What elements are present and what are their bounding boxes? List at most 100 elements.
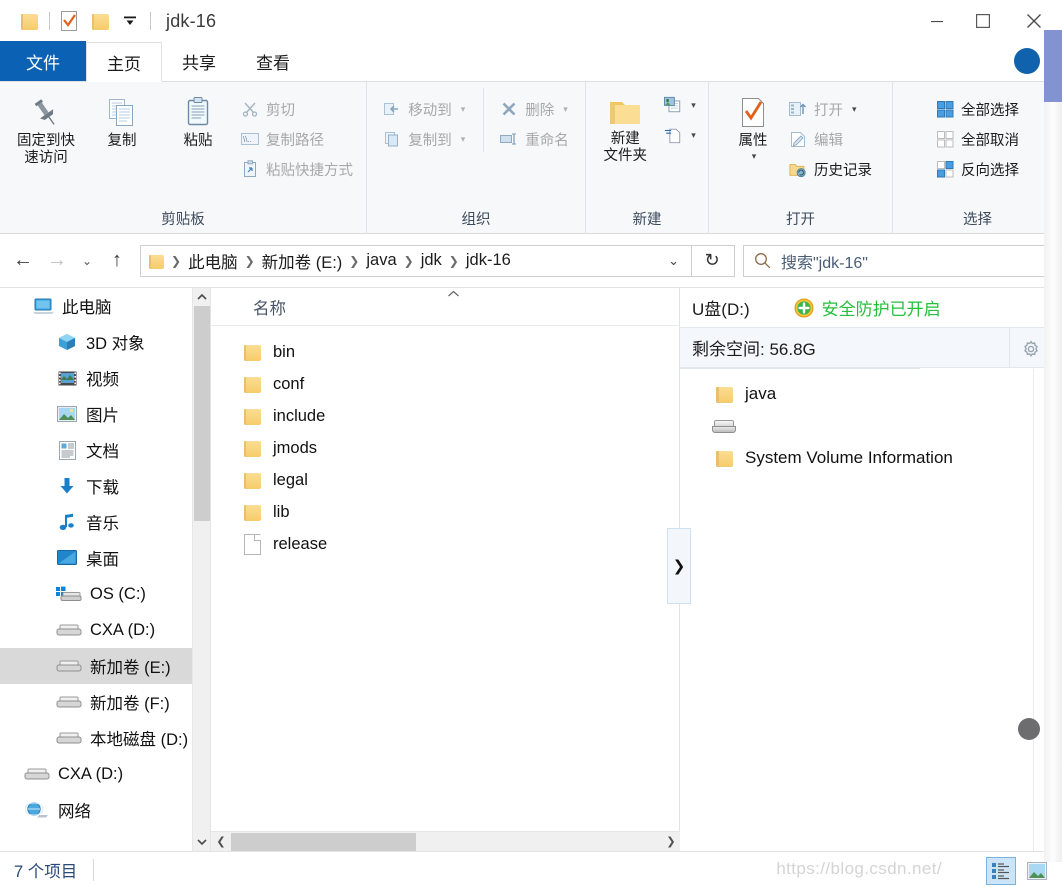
hscroll-right-button[interactable]: ❯ [661, 832, 681, 852]
minimize-button[interactable] [914, 0, 960, 42]
sidebar-item-downloads[interactable]: 下载 [0, 468, 210, 504]
table-row[interactable]: release [211, 528, 679, 560]
list-item[interactable]: java [680, 378, 1062, 410]
search-box[interactable]: 搜索"jdk-16" [743, 244, 1052, 277]
sidebar-label: 3D 对象 [86, 335, 145, 353]
column-header-name[interactable]: 名称 [211, 288, 679, 326]
tab-file[interactable]: 文件 [0, 41, 86, 81]
copy-to-caret-icon[interactable]: ▾ [461, 134, 466, 145]
breadcrumb-jdk-16[interactable]: jdk-16 [462, 251, 515, 270]
sidebar-item-cxa-d-root[interactable]: CXA (D:) [0, 756, 210, 792]
sidebar-item-this-pc[interactable]: 此电脑 [0, 288, 210, 324]
properties-caret-icon[interactable]: ▾ [752, 151, 757, 162]
rename-button[interactable]: 重命名 [496, 126, 573, 152]
history-button[interactable]: 历史记录 [785, 156, 876, 182]
folder-icon [716, 385, 733, 404]
copy-to-button[interactable]: 复制到 ▾ [379, 126, 469, 152]
table-row[interactable]: lib [211, 496, 679, 528]
edit-button[interactable]: 编辑 [785, 126, 876, 152]
select-all-button[interactable]: 全部选择 [932, 96, 1023, 122]
paste-button[interactable]: 粘贴 [161, 88, 235, 150]
table-row[interactable]: legal [211, 464, 679, 496]
sidebar-item-videos[interactable]: 视频 [0, 360, 210, 396]
edge-overlay-circle[interactable] [1014, 48, 1040, 74]
sidebar-item-3d-objects[interactable]: 3D 对象 [0, 324, 210, 360]
refresh-button[interactable]: ↻ [692, 245, 732, 277]
breadcrumb-java[interactable]: java [362, 251, 400, 270]
sidebar-item-network[interactable]: 网络 [0, 792, 210, 828]
breadcrumb-this-pc[interactable]: 此电脑 [184, 249, 242, 273]
table-row[interactable]: include [211, 400, 679, 432]
sidebar-item-desktop[interactable]: 桌面 [0, 540, 210, 576]
qat-properties-icon[interactable] [55, 6, 85, 36]
address-dropdown-button[interactable]: ⌄ [656, 253, 691, 269]
invert-selection-button[interactable]: 反向选择 [932, 156, 1023, 182]
open-button[interactable]: 打开 ▾ [785, 96, 876, 122]
forward-button[interactable]: → [40, 244, 74, 278]
scroll-down-icon[interactable] [193, 833, 210, 851]
sidebar-scrollbar[interactable] [192, 288, 210, 851]
breadcrumb-jdk[interactable]: jdk [417, 251, 446, 270]
sidebar-item-pictures[interactable]: 图片 [0, 396, 210, 432]
address-bar[interactable]: ❯ 此电脑 ❯ 新加卷 (E:) ❯ java ❯ jdk ❯ jdk-16 ⌄… [140, 244, 735, 277]
hscroll-thumb[interactable] [231, 832, 416, 851]
recent-locations-button[interactable]: ⌄ [74, 244, 100, 278]
usb-item-name: java [745, 384, 777, 403]
pin-to-quick-access-button[interactable]: 固定到快 速访问 [9, 88, 83, 166]
copy-button[interactable]: 复制 [85, 88, 159, 150]
edge-overlay-handle[interactable] [1018, 718, 1040, 740]
select-none-button[interactable]: 全部取消 [932, 126, 1023, 152]
downloads-icon [56, 477, 78, 495]
window-edge-scroll-strip[interactable] [1044, 102, 1062, 862]
sidebar-scroll-thumb[interactable] [194, 306, 210, 521]
pictures-icon [56, 405, 78, 423]
table-row[interactable]: bin [211, 336, 679, 368]
open-caret-icon[interactable]: ▾ [852, 104, 857, 115]
new-item-caret-icon[interactable]: ▾ [691, 100, 696, 111]
sidebar-item-local-disk-d[interactable]: 本地磁盘 (D:) [0, 720, 210, 756]
preview-pane-expander[interactable]: ❯ [667, 528, 691, 604]
open-small-buttons: 打开 ▾ 编辑 历史记录 [785, 88, 876, 182]
move-to-caret-icon[interactable]: ▾ [461, 104, 466, 115]
sidebar-item-cxa-d[interactable]: CXA (D:) [0, 612, 210, 648]
sidebar-item-music[interactable]: 音乐 [0, 504, 210, 540]
breadcrumb-volume-e[interactable]: 新加卷 (E:) [258, 249, 347, 273]
cut-button[interactable]: 剪切 [237, 96, 357, 122]
up-button[interactable]: ↑ [100, 244, 134, 278]
qat-folder-icon[interactable] [14, 6, 44, 36]
sidebar-item-volume-f[interactable]: 新加卷 (F:) [0, 684, 210, 720]
usb-settings-button[interactable] [1018, 336, 1044, 362]
maximize-button[interactable] [960, 0, 1006, 42]
new-folder-button[interactable]: 新建 文件夹 [594, 88, 656, 164]
paste-shortcut-button[interactable]: 粘贴快捷方式 [237, 156, 357, 182]
delete-button[interactable]: 删除 ▾ [496, 96, 573, 122]
scroll-up-icon[interactable] [193, 288, 210, 306]
tab-view[interactable]: 查看 [236, 41, 310, 81]
breadcrumb-separator: ❯ [448, 253, 459, 268]
hscroll-left-button[interactable]: ❮ [211, 832, 231, 852]
sidebar-item-documents[interactable]: 文档 [0, 432, 210, 468]
title-bar: jdk-16 [0, 0, 1062, 42]
easy-access-button[interactable]: ▾ [660, 124, 700, 146]
list-item[interactable] [680, 410, 1062, 442]
qat-new-folder-icon[interactable] [85, 6, 115, 36]
tab-share[interactable]: 共享 [162, 41, 236, 81]
easy-access-caret-icon[interactable]: ▾ [691, 130, 696, 141]
back-button[interactable]: ← [6, 244, 40, 278]
hscroll-track[interactable] [231, 832, 661, 852]
table-row[interactable]: conf [211, 368, 679, 400]
copy-path-button[interactable]: \\.. 复制路径 [237, 126, 357, 152]
list-item[interactable]: System Volume Information [680, 442, 1062, 474]
sidebar-item-os-c[interactable]: OS (C:) [0, 576, 210, 612]
move-to-button[interactable]: 移动到 ▾ [379, 96, 469, 122]
properties-button[interactable]: 属性 ▾ [725, 88, 781, 162]
qat-customize-button[interactable] [115, 6, 145, 36]
new-item-button[interactable]: ▾ [660, 94, 700, 116]
details-view-button[interactable] [986, 857, 1016, 885]
table-row[interactable]: jmods [211, 432, 679, 464]
sidebar-item-volume-e[interactable]: 新加卷 (E:) [0, 648, 210, 684]
file-list-horizontal-scrollbar[interactable]: ❮ ❯ [211, 831, 681, 851]
file-name: bin [273, 342, 296, 361]
delete-caret-icon[interactable]: ▾ [563, 104, 568, 115]
tab-home[interactable]: 主页 [86, 42, 162, 82]
